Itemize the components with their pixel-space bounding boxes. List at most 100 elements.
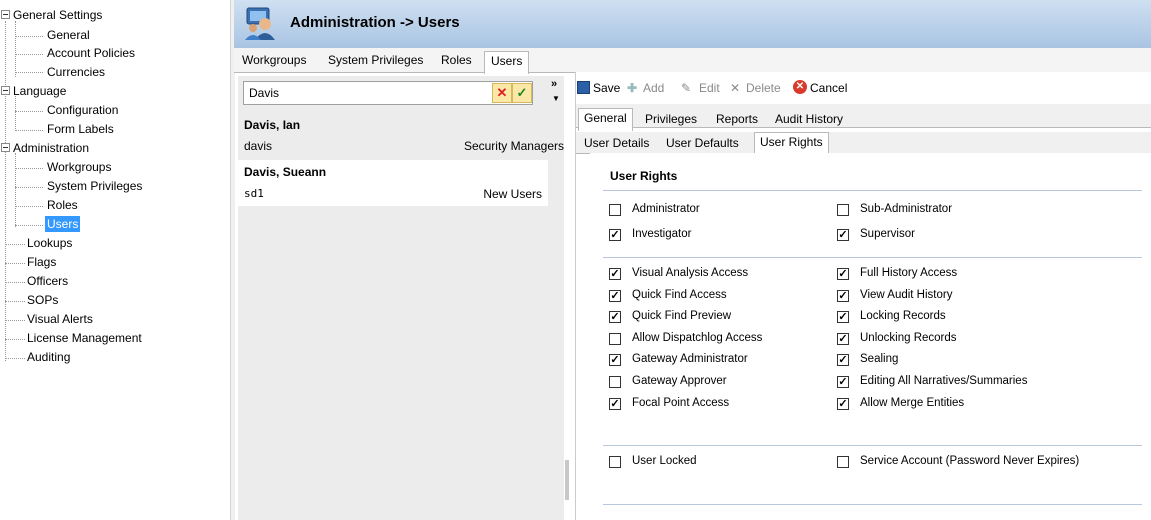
apply-search-icon[interactable]: ✓ [512, 83, 532, 103]
user-login: davis [244, 139, 273, 153]
tree-item-configuration[interactable]: Configuration [47, 102, 118, 118]
full-history-access-checkbox[interactable]: ✓ [837, 268, 849, 280]
editing-all-narratives-checkbox[interactable]: ✓ [837, 376, 849, 388]
checkbox-label: Editing All Narratives/Summaries [860, 375, 1028, 387]
checkbox-label: Allow Dispatchlog Access [632, 332, 763, 344]
tree-item-workgroups[interactable]: Workgroups [47, 159, 111, 175]
sealing-checkbox[interactable]: ✓ [837, 354, 849, 366]
dropdown-arrow-icon[interactable]: ▼ [552, 94, 560, 103]
cancel-button[interactable]: Cancel [810, 81, 847, 95]
tree-item-flags[interactable]: Flags [27, 254, 56, 270]
tree-item-currencies[interactable]: Currencies [47, 64, 105, 80]
user-locked-checkbox[interactable] [609, 456, 621, 468]
tab-user-defaults[interactable]: User Defaults [666, 136, 739, 150]
edit-icon: ✎ [681, 81, 692, 95]
list-item[interactable]: Davis, Ian davis Security Managers [238, 112, 564, 158]
checkbox-label: Allow Merge Entities [860, 397, 965, 409]
tab-roles[interactable]: Roles [441, 53, 472, 67]
tab-general[interactable]: General [578, 108, 633, 131]
tree-item-general-settings[interactable]: General Settings [13, 7, 102, 23]
checkbox-label: Gateway Administrator [632, 353, 748, 365]
add-button[interactable]: Add [643, 81, 664, 95]
cancel-icon[interactable]: ✕ [793, 80, 807, 94]
tree-item-administration[interactable]: Administration [13, 140, 89, 156]
tree-item-officers[interactable]: Officers [27, 273, 68, 289]
focal-point-access-checkbox[interactable]: ✓ [609, 398, 621, 410]
view-audit-history-checkbox[interactable]: ✓ [837, 290, 849, 302]
collapse-icon[interactable] [1, 86, 10, 95]
clear-search-icon[interactable]: ✕ [492, 83, 512, 103]
user-name: Davis, Ian [244, 118, 301, 132]
tab-user-rights[interactable]: User Rights [754, 132, 829, 155]
tree-item-general[interactable]: General [47, 27, 90, 43]
sub-administrator-checkbox[interactable] [837, 204, 849, 216]
quick-find-preview-checkbox[interactable]: ✓ [609, 311, 621, 323]
tree-item-account-policies[interactable]: Account Policies [47, 45, 135, 61]
checkbox-label: Quick Find Preview [632, 310, 732, 322]
investigator-checkbox[interactable]: ✓ [609, 229, 621, 241]
tree-item-users[interactable]: Users [45, 216, 81, 232]
tree-item-language[interactable]: Language [13, 83, 66, 99]
list-item[interactable]: Davis, Sueann sd1 New Users [238, 160, 548, 206]
tab-users[interactable]: Users [484, 51, 530, 74]
user-group: New Users [483, 187, 542, 201]
checkbox-label: Investigator [632, 228, 692, 240]
user-search-input[interactable]: Davis ✕ ✓ [243, 81, 533, 105]
collapse-icon[interactable] [1, 10, 10, 19]
user-name: Davis, Sueann [244, 165, 327, 179]
users-admin-icon [243, 4, 281, 42]
divider [603, 190, 1142, 191]
checkbox-label: Supervisor [860, 228, 915, 240]
page-title: Administration -> Users [290, 14, 460, 31]
gateway-approver-checkbox[interactable] [609, 376, 621, 388]
panel-splitter-handle[interactable] [565, 460, 569, 500]
tab-workgroups[interactable]: Workgroups [242, 53, 306, 67]
allow-merge-entities-checkbox[interactable]: ✓ [837, 398, 849, 410]
edit-button[interactable]: Edit [699, 81, 720, 95]
checkbox-label: Quick Find Access [632, 289, 727, 301]
checkbox-label: Visual Analysis Access [632, 267, 749, 279]
tree-item-form-labels[interactable]: Form Labels [47, 121, 114, 137]
tree-item-auditing[interactable]: Auditing [27, 349, 70, 365]
unlocking-records-checkbox[interactable]: ✓ [837, 333, 849, 345]
tab-user-details[interactable]: User Details [584, 136, 649, 150]
service-account-checkbox[interactable] [837, 456, 849, 468]
checkbox-label: Sealing [860, 353, 899, 365]
tab-reports[interactable]: Reports [716, 112, 758, 126]
checkbox-label: Unlocking Records [860, 332, 957, 344]
user-sub-tab-strip [576, 132, 1151, 154]
tab-privileges[interactable]: Privileges [645, 112, 697, 126]
quick-find-access-checkbox[interactable]: ✓ [609, 290, 621, 302]
tab-system-privileges[interactable]: System Privileges [328, 53, 423, 67]
tab-audit-history[interactable]: Audit History [775, 112, 843, 126]
expand-panel-icon[interactable]: » [551, 78, 557, 90]
locking-records-checkbox[interactable]: ✓ [837, 311, 849, 323]
checkbox-label: Service Account (Password Never Expires) [860, 455, 1080, 467]
supervisor-checkbox[interactable]: ✓ [837, 229, 849, 241]
tree-item-sops[interactable]: SOPs [27, 292, 58, 308]
save-button[interactable]: Save [593, 81, 620, 95]
divider [603, 257, 1142, 258]
tree-item-lookups[interactable]: Lookups [27, 235, 72, 251]
checkbox-label: Sub-Administrator [860, 203, 953, 215]
save-icon[interactable] [577, 81, 590, 94]
administrator-checkbox[interactable] [609, 204, 621, 216]
tree-item-system-privileges[interactable]: System Privileges [47, 178, 142, 194]
tree-splitter[interactable] [230, 0, 235, 520]
checkbox-label: Gateway Approver [632, 375, 727, 387]
gateway-administrator-checkbox[interactable]: ✓ [609, 354, 621, 366]
checkbox-label: View Audit History [860, 289, 953, 301]
tree-item-roles[interactable]: Roles [47, 197, 78, 213]
checkbox-label: Locking Records [860, 310, 946, 322]
tree-item-license-management[interactable]: License Management [27, 330, 142, 346]
divider [603, 445, 1142, 446]
allow-dispatchlog-access-checkbox[interactable] [609, 333, 621, 345]
checkbox-label: User Locked [632, 455, 697, 467]
collapse-icon[interactable] [1, 143, 10, 152]
user-login: sd1 [244, 187, 264, 200]
visual-analysis-access-checkbox[interactable]: ✓ [609, 268, 621, 280]
tree-item-visual-alerts[interactable]: Visual Alerts [27, 311, 93, 327]
delete-button[interactable]: Delete [746, 81, 781, 95]
search-value: Davis [249, 86, 280, 100]
divider [603, 504, 1142, 505]
